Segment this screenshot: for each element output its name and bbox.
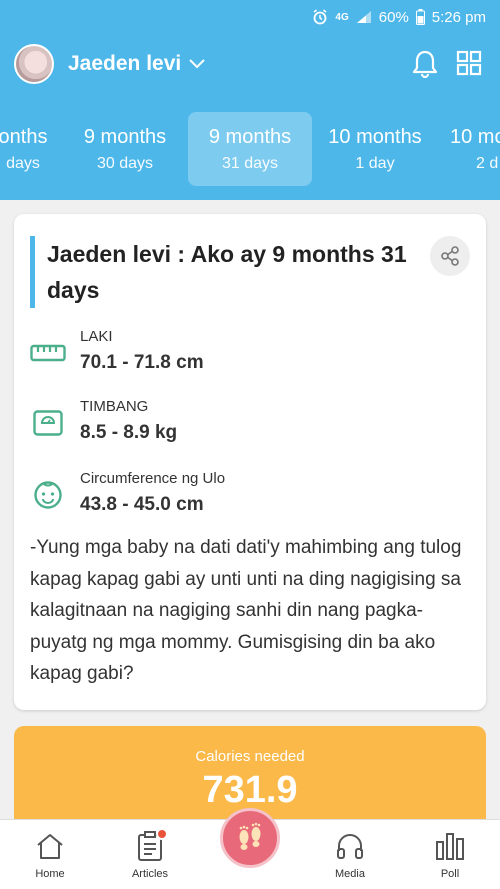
tab-title: onths	[0, 125, 48, 148]
tab-9-months-30-days[interactable]: 9 months 30 days	[68, 112, 182, 186]
nav-label: Poll	[440, 868, 460, 880]
bottom-nav: Home Articles Media Poll	[0, 808, 500, 889]
tab-subtitle: days	[6, 154, 40, 172]
metric-label: Circumference ng Ulo	[80, 470, 226, 487]
nav-label: Media	[335, 868, 365, 880]
tab-next[interactable]: 10 mo 2 d	[440, 112, 500, 186]
share-button[interactable]	[430, 236, 470, 276]
tab-subtitle: 2 d	[476, 154, 499, 172]
nav-articles[interactable]: Articles	[100, 820, 200, 889]
tab-title: 9 months	[83, 125, 167, 148]
nav-label: Articles	[131, 868, 169, 880]
bell-icon[interactable]	[412, 50, 438, 83]
signal-icon	[356, 10, 372, 24]
calories-value: 731.9	[202, 769, 298, 811]
scale-icon	[30, 408, 66, 438]
footprint-button[interactable]	[220, 808, 280, 868]
metric-label: LAKI	[80, 328, 113, 345]
tab-title: 10 months	[328, 125, 422, 148]
metric-value: 8.5 - 8.9 kg	[80, 422, 178, 443]
bar-chart-icon	[400, 830, 500, 862]
age-tabs: onths days 9 months 30 days 9 months 31 …	[0, 112, 500, 186]
notification-badge	[156, 828, 168, 840]
card-title: Jaeden levi : Ako ay 9 months 31 days	[30, 236, 416, 308]
tab-subtitle: 1 day	[355, 154, 395, 172]
development-card: Jaeden levi : Ako ay 9 months 31 days LA…	[14, 214, 486, 710]
child-name-selector[interactable]: Jaeden levi	[68, 52, 181, 76]
tab-subtitle: 31 days	[221, 154, 279, 172]
battery-icon	[415, 9, 425, 25]
home-icon	[0, 830, 100, 862]
alarm-icon	[312, 9, 328, 25]
avatar[interactable]	[14, 44, 54, 84]
nav-label: Home	[35, 868, 65, 880]
tab-10-months-1-day[interactable]: 10 months 1 day	[318, 112, 432, 186]
nav-home[interactable]: Home	[0, 820, 100, 889]
network-label: 4G	[335, 11, 349, 23]
metric-value: 43.8 - 45.0 cm	[80, 494, 204, 515]
card-description: -Yung mga baby na dati dati'y mahimbing …	[30, 537, 462, 684]
battery-percent: 60%	[378, 8, 409, 26]
grid-menu-icon[interactable]	[456, 50, 482, 81]
clipboard-icon	[100, 828, 200, 862]
chevron-down-icon[interactable]	[189, 59, 205, 69]
status-bar: 4G 60% 5:26 pm	[0, 0, 500, 34]
calories-label: Calories needed	[195, 748, 305, 765]
nav-media[interactable]: Media	[300, 820, 400, 889]
tab-previous[interactable]: onths days	[0, 112, 56, 186]
tab-title: 10 mo	[450, 125, 500, 148]
nav-poll[interactable]: Poll	[400, 820, 500, 889]
baby-face-icon	[30, 480, 66, 510]
app-header: Jaeden levi onths days 9 months 30 days …	[0, 34, 500, 200]
tab-9-months-31-days[interactable]: 9 months 31 days	[188, 112, 312, 186]
headphones-icon	[300, 830, 400, 862]
ruler-icon	[30, 338, 66, 368]
footprints-icon	[239, 822, 261, 850]
clock: 5:26 pm	[431, 8, 486, 26]
share-icon	[441, 246, 459, 266]
metric-label: TIMBANG	[80, 398, 149, 415]
top-bar: Jaeden levi	[14, 42, 486, 86]
metric-value: 70.1 - 71.8 cm	[80, 352, 204, 373]
tab-subtitle: 30 days	[96, 154, 154, 172]
tab-title: 9 months	[208, 125, 292, 148]
